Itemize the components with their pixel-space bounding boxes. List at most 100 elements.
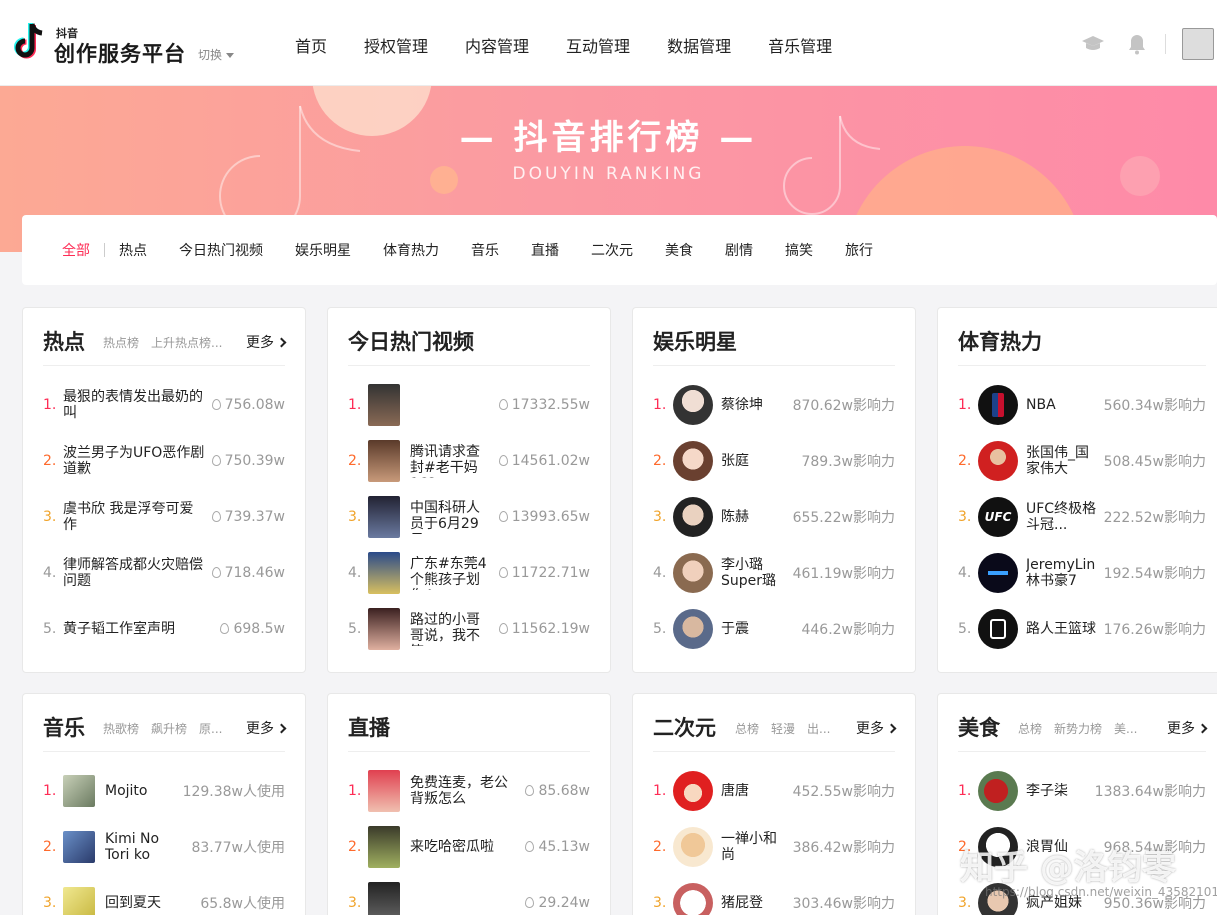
item-title[interactable]: 路过的小哥哥说，我不笑... <box>410 612 493 646</box>
item-title[interactable]: 虞书欣 我是浮夸可爱作 <box>63 501 206 533</box>
list-item[interactable]: 4. JeremyLin林书豪7 192.54w影响力 <box>958 545 1206 601</box>
more-link[interactable]: 更多 <box>856 718 897 738</box>
video-thumbnail[interactable] <box>368 608 400 650</box>
video-thumbnail[interactable] <box>368 384 400 426</box>
ufc-logo-icon[interactable]: UFC <box>978 497 1018 537</box>
list-item[interactable]: 2. 张国伟_国家伟大 508.45w影响力 <box>958 433 1206 489</box>
item-title[interactable]: JeremyLin林书豪7 <box>1026 557 1098 589</box>
list-item[interactable]: 1. 17332.55w <box>348 377 590 433</box>
item-title[interactable]: 张国伟_国家伟大 <box>1026 445 1098 477</box>
list-item[interactable]: 3. 中国科研人员于6月29日... 13993.65w <box>348 489 590 545</box>
more-link[interactable]: 更多 <box>246 332 287 352</box>
douyin-logo-icon[interactable] <box>12 22 46 62</box>
list-item[interactable]: 4. 李小璐Super璐 461.19w影响力 <box>653 545 895 601</box>
subtab[interactable]: 总榜 <box>735 722 759 736</box>
more-label[interactable]: 更多 <box>246 721 274 737</box>
item-title[interactable]: UFC终极格斗冠... <box>1026 501 1098 533</box>
tab-star[interactable]: 娱乐明星 <box>295 240 351 260</box>
item-title[interactable]: 回到夏天 <box>105 895 194 911</box>
video-thumbnail[interactable] <box>368 496 400 538</box>
more-link[interactable]: 更多 <box>246 718 287 738</box>
tab-drama[interactable]: 剧情 <box>725 240 753 260</box>
list-item[interactable]: 5. 于震 446.2w影响力 <box>653 601 895 657</box>
nav-item-home[interactable]: 首页 <box>295 33 327 57</box>
subtab[interactable]: 热歌榜 <box>103 722 139 736</box>
subtab[interactable]: 热点榜 <box>103 336 139 350</box>
album-cover[interactable] <box>63 831 95 863</box>
avatar[interactable] <box>978 771 1018 811</box>
item-title[interactable]: 中国科研人员于6月29日... <box>410 500 493 534</box>
album-cover[interactable] <box>63 887 95 915</box>
tab-travel[interactable]: 旅行 <box>845 240 873 260</box>
list-item[interactable]: 2. 腾讯请求查封#老干妈162... 14561.02w <box>348 433 590 489</box>
item-title[interactable]: 腾讯请求查封#老干妈162... <box>410 444 493 478</box>
item-title[interactable]: 一禅小和尚 <box>721 831 787 863</box>
item-title[interactable]: 黄子韬工作室声明 <box>63 621 214 637</box>
list-item[interactable]: 3. UFC UFC终极格斗冠... 222.52w影响力 <box>958 489 1206 545</box>
list-item[interactable]: 1. Mojito 129.38w人使用 <box>43 763 285 819</box>
tab-sport[interactable]: 体育热力 <box>383 240 439 260</box>
nba-logo-icon[interactable] <box>978 385 1018 425</box>
nav-item-auth[interactable]: 授权管理 <box>364 33 428 57</box>
list-item[interactable]: 5. 路过的小哥哥说，我不笑... 11562.19w <box>348 601 590 657</box>
item-title[interactable]: Mojito <box>105 783 177 799</box>
avatar[interactable] <box>673 883 713 915</box>
video-thumbnail[interactable] <box>368 440 400 482</box>
list-item[interactable]: 3. 猪屁登 303.46w影响力 <box>653 875 895 915</box>
user-avatar[interactable] <box>1182 28 1214 60</box>
item-title[interactable]: 张庭 <box>721 453 795 469</box>
list-item[interactable]: 5. 黄子韬工作室声明 698.5w <box>43 601 285 657</box>
card-title[interactable]: 娱乐明星 <box>653 326 737 356</box>
card-title[interactable]: 今日热门视频 <box>348 326 474 356</box>
list-item[interactable]: 2. 一禅小和尚 386.42w影响力 <box>653 819 895 875</box>
avatar[interactable] <box>673 553 713 593</box>
list-item[interactable]: 3. 陈赫 655.22w影响力 <box>653 489 895 545</box>
bell-icon[interactable] <box>1127 33 1147 55</box>
tab-food[interactable]: 美食 <box>665 240 693 260</box>
tab-all[interactable]: 全部 <box>62 240 90 260</box>
list-item[interactable]: 2. 张庭 789.3w影响力 <box>653 433 895 489</box>
list-item[interactable]: 2. Kimi No Tori ko 83.77w人使用 <box>43 819 285 875</box>
item-title[interactable]: 波兰男子为UFO恶作剧道歉 <box>63 445 206 477</box>
card-title[interactable]: 体育热力 <box>958 326 1042 356</box>
item-title[interactable]: 路人王篮球 <box>1026 621 1098 637</box>
list-item[interactable]: 1. 蔡徐坤 870.62w影响力 <box>653 377 895 433</box>
list-item[interactable]: 1. 李子柒 1383.64w影响力 <box>958 763 1206 819</box>
subtab[interactable]: 轻漫 <box>771 722 795 736</box>
more-label[interactable]: 更多 <box>246 335 274 351</box>
item-title[interactable]: 免费连麦，老公背叛怎么 <box>410 775 519 807</box>
list-item[interactable]: 3. 29.24w <box>348 875 590 915</box>
video-thumbnail[interactable] <box>368 552 400 594</box>
nav-item-content[interactable]: 内容管理 <box>465 33 529 57</box>
tab-acg[interactable]: 二次元 <box>591 240 633 260</box>
more-link[interactable]: 更多 <box>1167 718 1208 738</box>
nav-item-music[interactable]: 音乐管理 <box>768 33 832 57</box>
card-title[interactable]: 热点 <box>43 326 85 356</box>
graduation-cap-icon[interactable] <box>1081 34 1105 54</box>
item-title[interactable]: 唐唐 <box>721 783 787 799</box>
avatar[interactable] <box>673 385 713 425</box>
avatar[interactable] <box>673 609 713 649</box>
live-thumbnail[interactable] <box>368 770 400 812</box>
list-item[interactable]: 2. 来吃哈密瓜啦 45.13w <box>348 819 590 875</box>
caret-down-icon[interactable] <box>226 53 235 58</box>
subtab[interactable]: 上升热点榜... <box>151 336 222 350</box>
live-thumbnail[interactable] <box>368 826 400 868</box>
switch-dropdown[interactable]: 切换 <box>198 46 235 63</box>
brand-title[interactable]: 创作服务平台 <box>54 38 186 68</box>
item-title[interactable]: 陈赫 <box>721 509 787 525</box>
tab-music[interactable]: 音乐 <box>471 240 499 260</box>
item-title[interactable]: Kimi No Tori ko <box>105 831 185 863</box>
list-item[interactable]: 4. 广东#东莞4个熊孩子划伤4... 11722.71w <box>348 545 590 601</box>
item-title[interactable]: 广东#东莞4个熊孩子划伤4... <box>410 556 493 590</box>
item-title[interactable]: 律师解答成都火灾赔偿问题 <box>63 557 206 589</box>
list-item[interactable]: 1. 免费连麦，老公背叛怎么 85.68w <box>348 763 590 819</box>
subtab[interactable]: 原... <box>199 722 222 736</box>
tab-today-video[interactable]: 今日热门视频 <box>179 240 263 260</box>
list-item[interactable]: 3. 虞书欣 我是浮夸可爱作 739.37w <box>43 489 285 545</box>
subtab[interactable]: 美... <box>1114 722 1137 736</box>
subtab[interactable]: 飙升榜 <box>151 722 187 736</box>
item-title[interactable]: 于震 <box>721 621 795 637</box>
subtab[interactable]: 总榜 <box>1018 722 1042 736</box>
tab-live[interactable]: 直播 <box>531 240 559 260</box>
